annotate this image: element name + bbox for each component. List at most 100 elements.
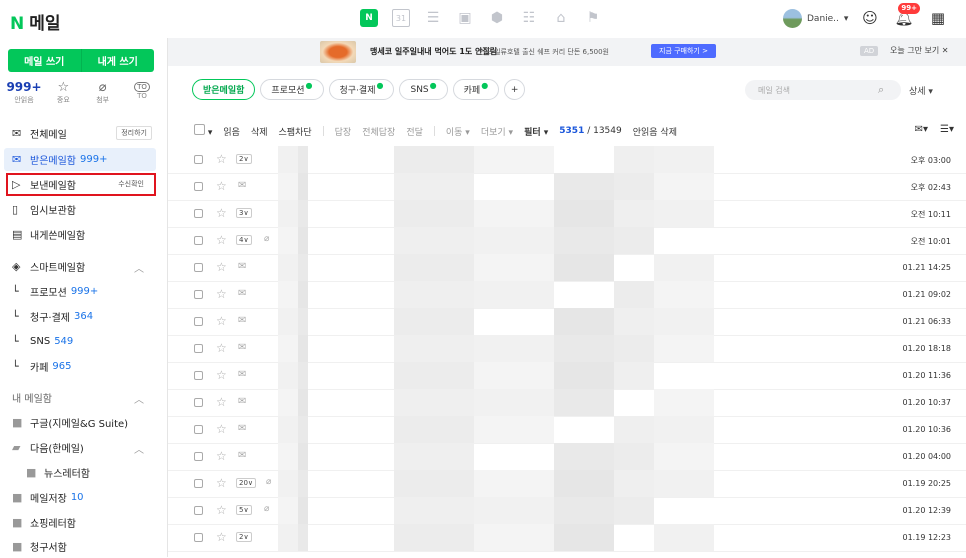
read-receipt-link[interactable]: 수신확인 (118, 179, 144, 189)
user-menu[interactable]: Danie.. ▾ (783, 9, 848, 28)
search-input[interactable] (756, 84, 878, 96)
tab-sns[interactable]: SNS ● (399, 79, 448, 100)
compose-button[interactable]: 메일 쓰기 (8, 49, 81, 72)
row-checkbox[interactable] (194, 371, 203, 380)
table-row[interactable]: ☆ ✉ 01.20 18:18 (168, 335, 966, 363)
table-row[interactable]: ☆ ✉ 01.21 09:02 (168, 281, 966, 309)
chevron-up-icon[interactable]: ︿ (134, 260, 144, 275)
search-icon[interactable]: ⌕ (878, 83, 884, 97)
add-tab-button[interactable]: + (504, 79, 526, 100)
row-checkbox[interactable] (194, 317, 203, 326)
star-icon[interactable]: ☆ (216, 395, 227, 409)
tab-cafe[interactable]: 카페 ● (452, 79, 500, 100)
sidebar-item-inbox[interactable]: ✉ 받은메일함 999+ (4, 148, 156, 171)
star-icon[interactable]: ☆ (216, 341, 227, 355)
table-row[interactable]: ☆ ✉ 오후 02:43 (168, 173, 966, 201)
table-row[interactable]: ☆ 2∨ 오후 03:00 (168, 146, 966, 174)
reply-all-button[interactable]: 전체답장 (362, 125, 395, 138)
star-icon[interactable]: ☆ (216, 206, 227, 220)
thread-count-badge[interactable]: 3∨ (236, 208, 252, 218)
chevron-up-icon[interactable]: ︿ (134, 441, 144, 456)
grid-menu-icon[interactable]: ▦ (926, 6, 950, 30)
detail-search-button[interactable]: 상세 ▾ (909, 84, 933, 97)
table-row[interactable]: ☆ 4∨ ⌀ 오전 10:01 (168, 227, 966, 255)
row-checkbox[interactable] (194, 452, 203, 461)
sidebar-item-billing[interactable]: └ 청구·결제 364 (0, 305, 158, 328)
move-dropdown[interactable]: 이동 ▾ (446, 125, 470, 138)
todo-icon[interactable]: ☷ (520, 9, 538, 27)
thread-count-badge[interactable]: 2∨ (236, 532, 252, 542)
row-checkbox[interactable] (194, 425, 203, 434)
list-settings-icon[interactable]: ☰▾ (940, 124, 954, 135)
thread-count-badge[interactable]: 4∨ (236, 235, 252, 245)
calendar-icon[interactable]: 31 (392, 9, 410, 27)
row-checkbox[interactable] (194, 209, 203, 218)
thread-count-badge[interactable]: 20∨ (236, 478, 257, 488)
star-icon[interactable]: ☆ (216, 179, 227, 193)
row-checkbox[interactable] (194, 344, 203, 353)
table-row[interactable]: ☆ ✉ 01.20 10:36 (168, 416, 966, 444)
row-checkbox[interactable] (194, 290, 203, 299)
star-icon[interactable]: ☆ (216, 449, 227, 463)
cloud-icon[interactable]: ⬢ (488, 9, 506, 27)
sidebar-item-sent[interactable]: ▷ 보낸메일함 수신확인 (6, 173, 156, 196)
table-row[interactable]: ☆ ✉ 01.20 04:00 (168, 443, 966, 471)
row-checkbox[interactable] (194, 398, 203, 407)
star-icon[interactable]: ☆ (216, 152, 227, 166)
star-icon[interactable]: ☆ (216, 530, 227, 544)
sidebar-item-promotion[interactable]: └ 프로모션 999+ (0, 280, 158, 303)
bell-icon[interactable]: 🔔︎ 99+ (892, 3, 920, 30)
ad-close-button[interactable]: 오늘 그만 보기 ✕ (890, 45, 949, 56)
row-checkbox[interactable] (194, 479, 203, 488)
ad-banner[interactable]: 맹세코 일주일내내 먹어도 1도 안질림 인도 일류호텔 출신 쉐프 커리 단돈… (168, 38, 966, 66)
sidebar-item-shopping[interactable]: ■ 쇼핑레터함 (0, 511, 158, 534)
attachment-filter[interactable]: ⌀ 첨부 (87, 80, 119, 105)
spam-block-button[interactable]: 스팸차단 (279, 125, 312, 138)
to-me-filter[interactable]: TO TO (126, 80, 158, 105)
table-row[interactable]: ☆ ✉ 01.21 14:25 (168, 254, 966, 282)
self-compose-button[interactable]: 내게 쓰기 (80, 49, 155, 72)
star-icon[interactable]: ☆ (216, 503, 227, 517)
tab-billing[interactable]: 청구·결제 ● (328, 79, 395, 100)
memo-icon[interactable]: ☰ (424, 9, 442, 27)
sidebar-item-newsletter[interactable]: ■ 뉴스레터함 (0, 461, 158, 484)
unread-filter[interactable]: 999+ 안읽음 (6, 80, 41, 105)
filter-dropdown[interactable]: 필터 ▾ (524, 125, 548, 138)
my-mailboxes-section[interactable]: 내 메일함 ︿ (0, 386, 158, 409)
chevron-up-icon[interactable]: ︿ (134, 391, 144, 406)
view-mode-icon[interactable]: ✉▾ (915, 124, 928, 135)
sidebar-item-all-mail[interactable]: ✉ 전체메일 정리하기 (0, 122, 158, 145)
table-row[interactable]: ☆ ✉ 01.20 11:36 (168, 362, 966, 390)
star-icon[interactable]: ☆ (216, 368, 227, 382)
sidebar-item-to-me[interactable]: ▤ 내게쓴메일함 (0, 223, 158, 246)
star-icon[interactable]: ☆ (216, 476, 227, 490)
table-row[interactable]: ☆ 20∨ ⌀ 01.19 20:25 (168, 470, 966, 498)
row-checkbox[interactable] (194, 236, 203, 245)
mail-app-icon[interactable]: N (360, 9, 378, 27)
thread-count-badge[interactable]: 5∨ (236, 505, 252, 515)
chat-icon[interactable]: ☺ (858, 6, 882, 30)
sidebar-item-daum[interactable]: ▰ 다음(한메일) ︿ (0, 436, 158, 459)
table-row[interactable]: ☆ 2∨ 01.19 12:23 (168, 524, 966, 552)
important-filter[interactable]: ☆ 중요 (47, 80, 79, 105)
sidebar-item-sns[interactable]: └ SNS 549 (0, 330, 158, 353)
row-checkbox[interactable] (194, 263, 203, 272)
delete-unread-button[interactable]: 안읽음 삭제 (633, 125, 677, 138)
bookmark-icon[interactable]: ⚑ (584, 9, 602, 27)
table-row[interactable]: ☆ ✉ 01.20 10:37 (168, 389, 966, 417)
star-icon[interactable]: ☆ (216, 233, 227, 247)
forward-button[interactable]: 전달 (406, 125, 423, 138)
star-icon[interactable]: ☆ (216, 314, 227, 328)
contacts-icon[interactable]: ▣ (456, 9, 474, 27)
row-checkbox[interactable] (194, 533, 203, 542)
table-row[interactable]: ☆ 3∨ 오전 10:11 (168, 200, 966, 228)
sidebar-item-cafe[interactable]: └ 카페 965 (0, 355, 158, 378)
ad-cta-button[interactable]: 지금 구매하기 > (651, 44, 716, 58)
row-checkbox[interactable] (194, 506, 203, 515)
sidebar-item-google[interactable]: ■ 구글(지메일&G Suite) (0, 411, 158, 434)
table-row[interactable]: ☆ ✉ 01.21 06:33 (168, 308, 966, 336)
more-dropdown[interactable]: 더보기 ▾ (481, 125, 513, 138)
star-icon[interactable]: ☆ (216, 287, 227, 301)
row-checkbox[interactable] (194, 182, 203, 191)
thread-count-badge[interactable]: 2∨ (236, 154, 252, 164)
